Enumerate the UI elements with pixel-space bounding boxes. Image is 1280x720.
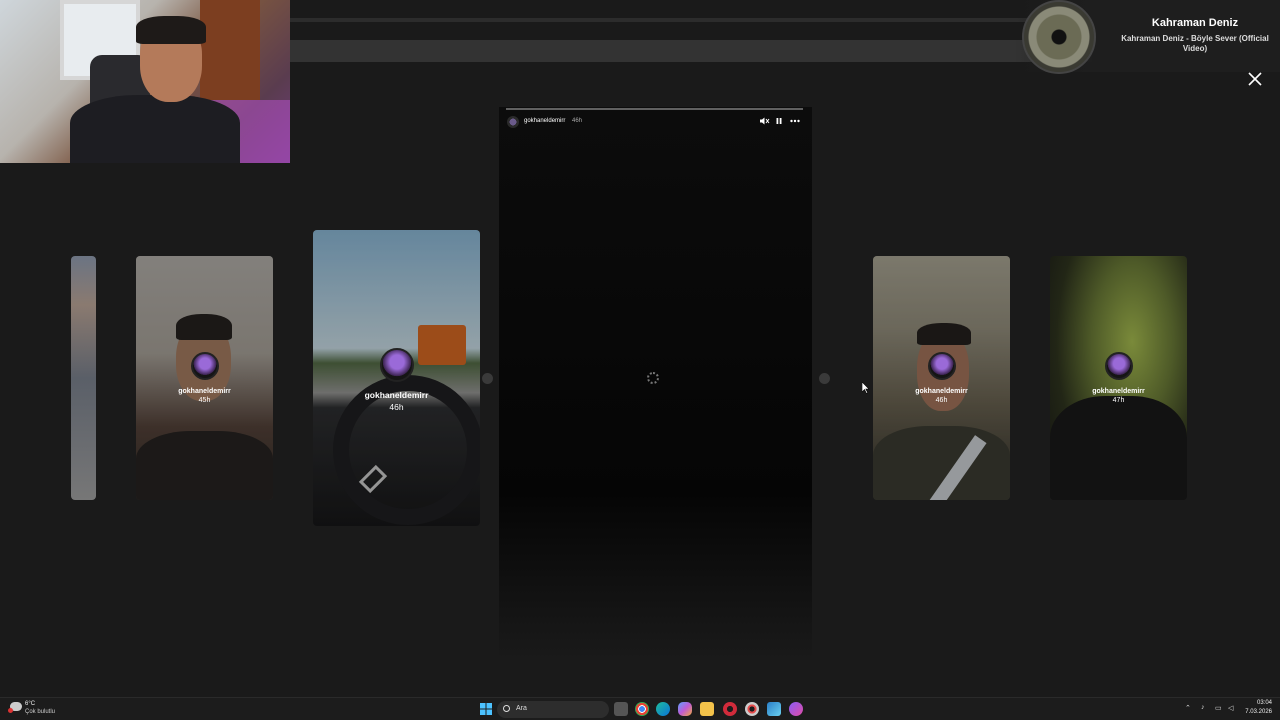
app-icon[interactable] [745, 702, 759, 716]
story-username: gokhaneldemirr [364, 390, 429, 400]
story-card[interactable]: gokhaneldemirr 47h [1050, 256, 1187, 500]
avatar [1104, 352, 1133, 380]
story-card[interactable]: gokhaneldemirr 46h [873, 256, 1010, 500]
album-disc-icon [1022, 0, 1096, 74]
cloudy-weather-icon[interactable] [8, 702, 22, 713]
avatar [190, 352, 219, 380]
story-card-far-left[interactable] [71, 256, 96, 500]
story-card[interactable]: gokhaneldemirr 45h [136, 256, 273, 500]
speaker-icon[interactable]: ◁ [1228, 704, 1233, 712]
pause-icon[interactable] [773, 115, 785, 127]
weather-temp[interactable]: 6°C [25, 701, 35, 707]
clock-date[interactable]: 7.03.2026 [1238, 709, 1272, 715]
opera-gx-icon[interactable] [723, 702, 737, 716]
clock-time[interactable]: 03:04 [1254, 700, 1272, 706]
story-username: gokhaneldemirr [1092, 388, 1145, 395]
avatar [927, 352, 956, 380]
story-username: gokhaneldemirr [178, 388, 231, 395]
story-username: gokhaneldemirr [915, 388, 968, 395]
taskbar: 6°C Çok bulutlu Ara ⌃ ♪ ▭ ◁ 03:04 7.03.2… [0, 697, 1280, 720]
messenger-icon[interactable] [789, 702, 803, 716]
story-age: 45h [198, 397, 211, 404]
windows-start-icon[interactable] [479, 702, 493, 716]
viewer-username[interactable]: gokhaneldemirr [524, 118, 565, 124]
task-view-icon[interactable] [614, 702, 628, 716]
viewer-age: 46h [572, 118, 583, 124]
network-icon[interactable]: ▭ [1215, 704, 1222, 712]
more-icon[interactable] [789, 115, 801, 127]
story-card[interactable]: gokhaneldemirr 46h [313, 230, 480, 526]
search-icon [503, 705, 510, 712]
copilot-icon[interactable] [678, 702, 692, 716]
weather-condition[interactable]: Çok bulutlu [25, 709, 55, 715]
loading-spinner-icon [647, 372, 659, 384]
story-progress-bar [506, 108, 803, 110]
microphone-icon[interactable]: ♪ [1201, 704, 1205, 711]
story-age: 46h [389, 402, 404, 412]
close-icon[interactable] [1246, 70, 1264, 88]
mouse-cursor-icon [862, 382, 870, 394]
edge-icon[interactable] [656, 702, 670, 716]
stories-page: – × Kahraman Deniz Kahraman Deniz - Böyl… [0, 0, 1280, 697]
search-placeholder: Ara [516, 705, 527, 712]
story-viewer[interactable]: gokhaneldemirr 46h [499, 107, 812, 660]
steam-icon[interactable] [767, 702, 781, 716]
story-age: 47h [1112, 397, 1125, 404]
file-explorer-icon[interactable] [700, 702, 714, 716]
now-playing-widget: Kahraman Deniz Kahraman Deniz - Böyle Se… [1015, 0, 1280, 74]
mute-icon[interactable] [758, 115, 770, 127]
taskbar-search-input[interactable]: Ara [497, 701, 609, 718]
now-playing-artist: Kahraman Deniz [1151, 17, 1239, 29]
previous-story-arrow-icon[interactable] [482, 373, 493, 384]
chevron-up-icon[interactable]: ⌃ [1185, 704, 1191, 712]
chrome-icon[interactable] [635, 702, 649, 716]
avatar [379, 348, 414, 382]
avatar[interactable] [507, 116, 519, 128]
now-playing-song: Kahraman Deniz - Böyle Sever (Official V… [1121, 34, 1269, 53]
webcam-overlay [0, 0, 290, 163]
story-age: 46h [935, 397, 948, 404]
next-story-arrow-icon[interactable] [819, 373, 830, 384]
